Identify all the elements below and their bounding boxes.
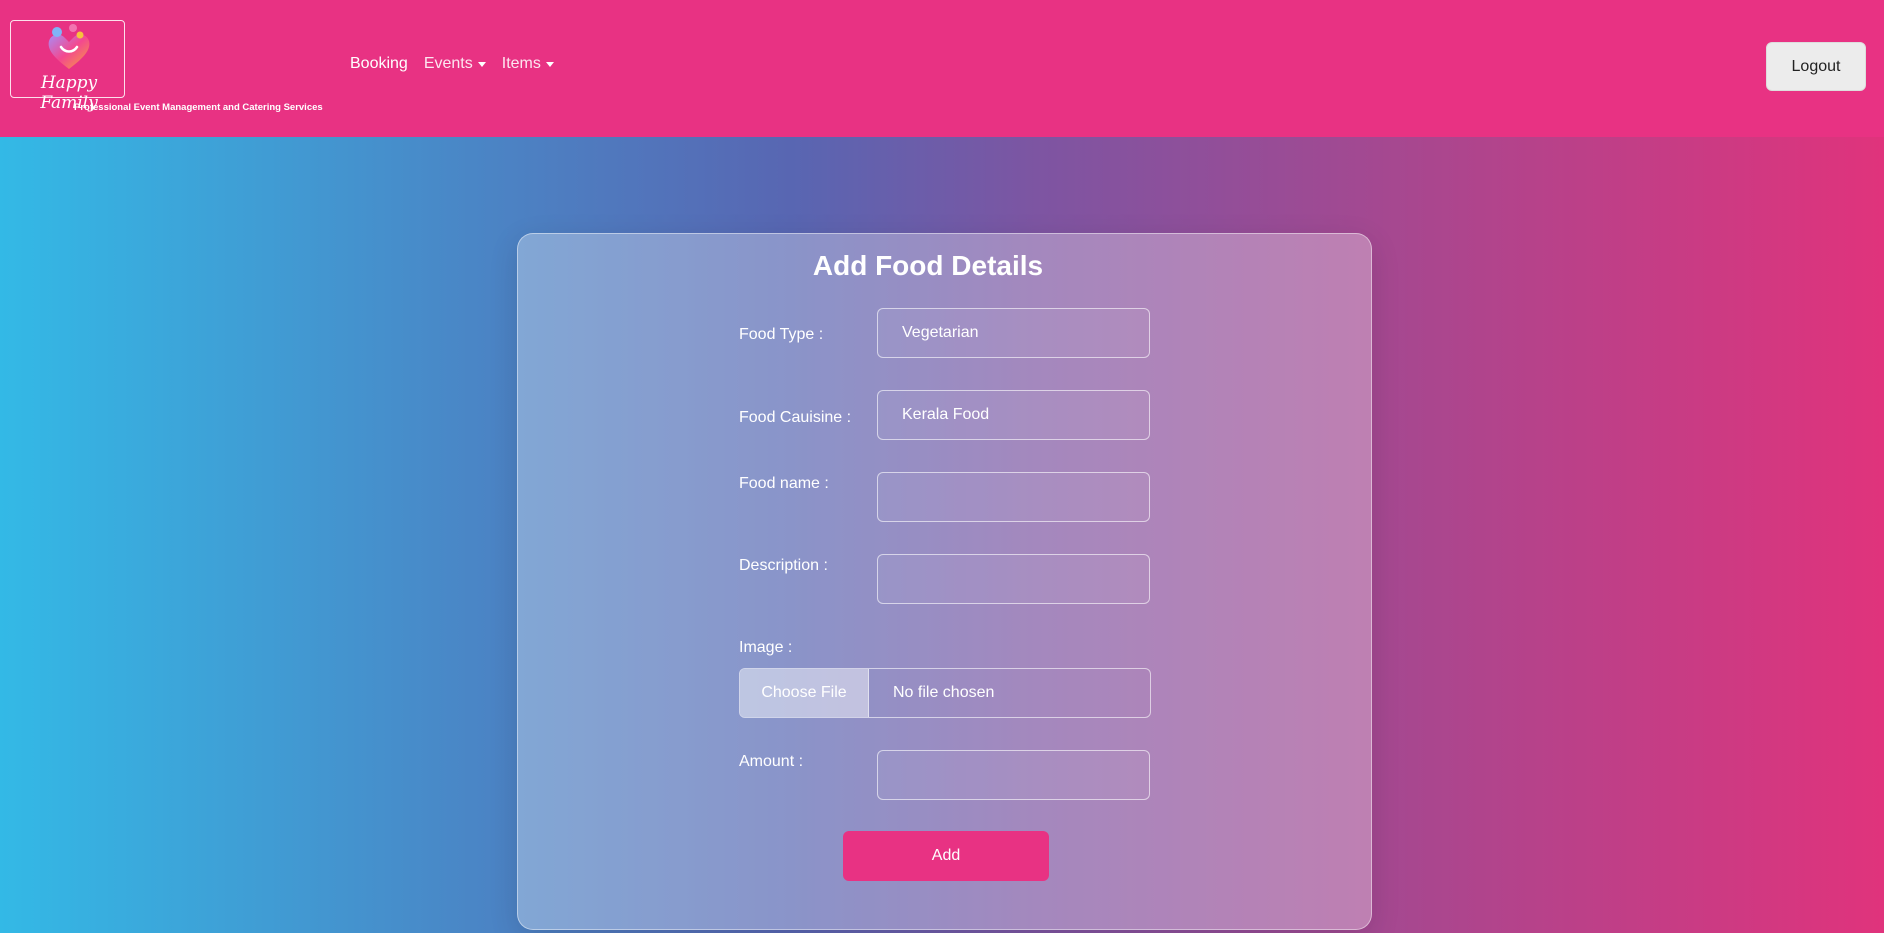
description-field[interactable] <box>877 554 1150 604</box>
navbar: Happy Family Professional Event Manageme… <box>0 0 1884 137</box>
food-cuisine-field[interactable]: Kerala Food <box>877 390 1150 440</box>
description-label: Description : <box>739 557 828 574</box>
chevron-down-icon <box>545 61 554 67</box>
nav-events-label: Events <box>423 55 473 72</box>
food-name-label: Food name : <box>739 475 829 492</box>
food-type-field[interactable]: Vegetarian <box>877 308 1150 358</box>
nav-items-label: Items <box>501 55 541 72</box>
add-food-form-card: Add Food Details Food Type : Vegetarian … <box>517 233 1372 930</box>
logo[interactable]: Happy Family <box>10 20 125 113</box>
brand-tagline: Professional Event Management and Cateri… <box>74 102 323 113</box>
add-button[interactable]: Add <box>843 831 1049 881</box>
nav-items-dropdown[interactable]: Items <box>502 55 554 73</box>
amount-field[interactable] <box>877 750 1150 800</box>
food-name-field[interactable] <box>877 472 1150 522</box>
amount-label: Amount : <box>739 753 804 770</box>
nav-links: Booking Events Items <box>350 55 554 73</box>
page-title: Add Food Details <box>812 250 1044 281</box>
choose-file-button[interactable]: Choose File <box>740 669 869 717</box>
food-cuisine-label: Food Cauisine : <box>739 409 852 426</box>
image-file-input[interactable]: Choose File No file chosen <box>739 668 1151 718</box>
nav-events-dropdown[interactable]: Events <box>424 55 486 73</box>
food-type-label: Food Type : <box>739 326 824 343</box>
chevron-down-icon <box>477 61 486 67</box>
image-label: Image : <box>739 639 793 656</box>
nav-booking[interactable]: Booking <box>350 55 408 73</box>
file-status: No file chosen <box>893 684 995 701</box>
heart-family-icon <box>48 24 90 69</box>
logout-button[interactable]: Logout <box>1766 42 1866 91</box>
